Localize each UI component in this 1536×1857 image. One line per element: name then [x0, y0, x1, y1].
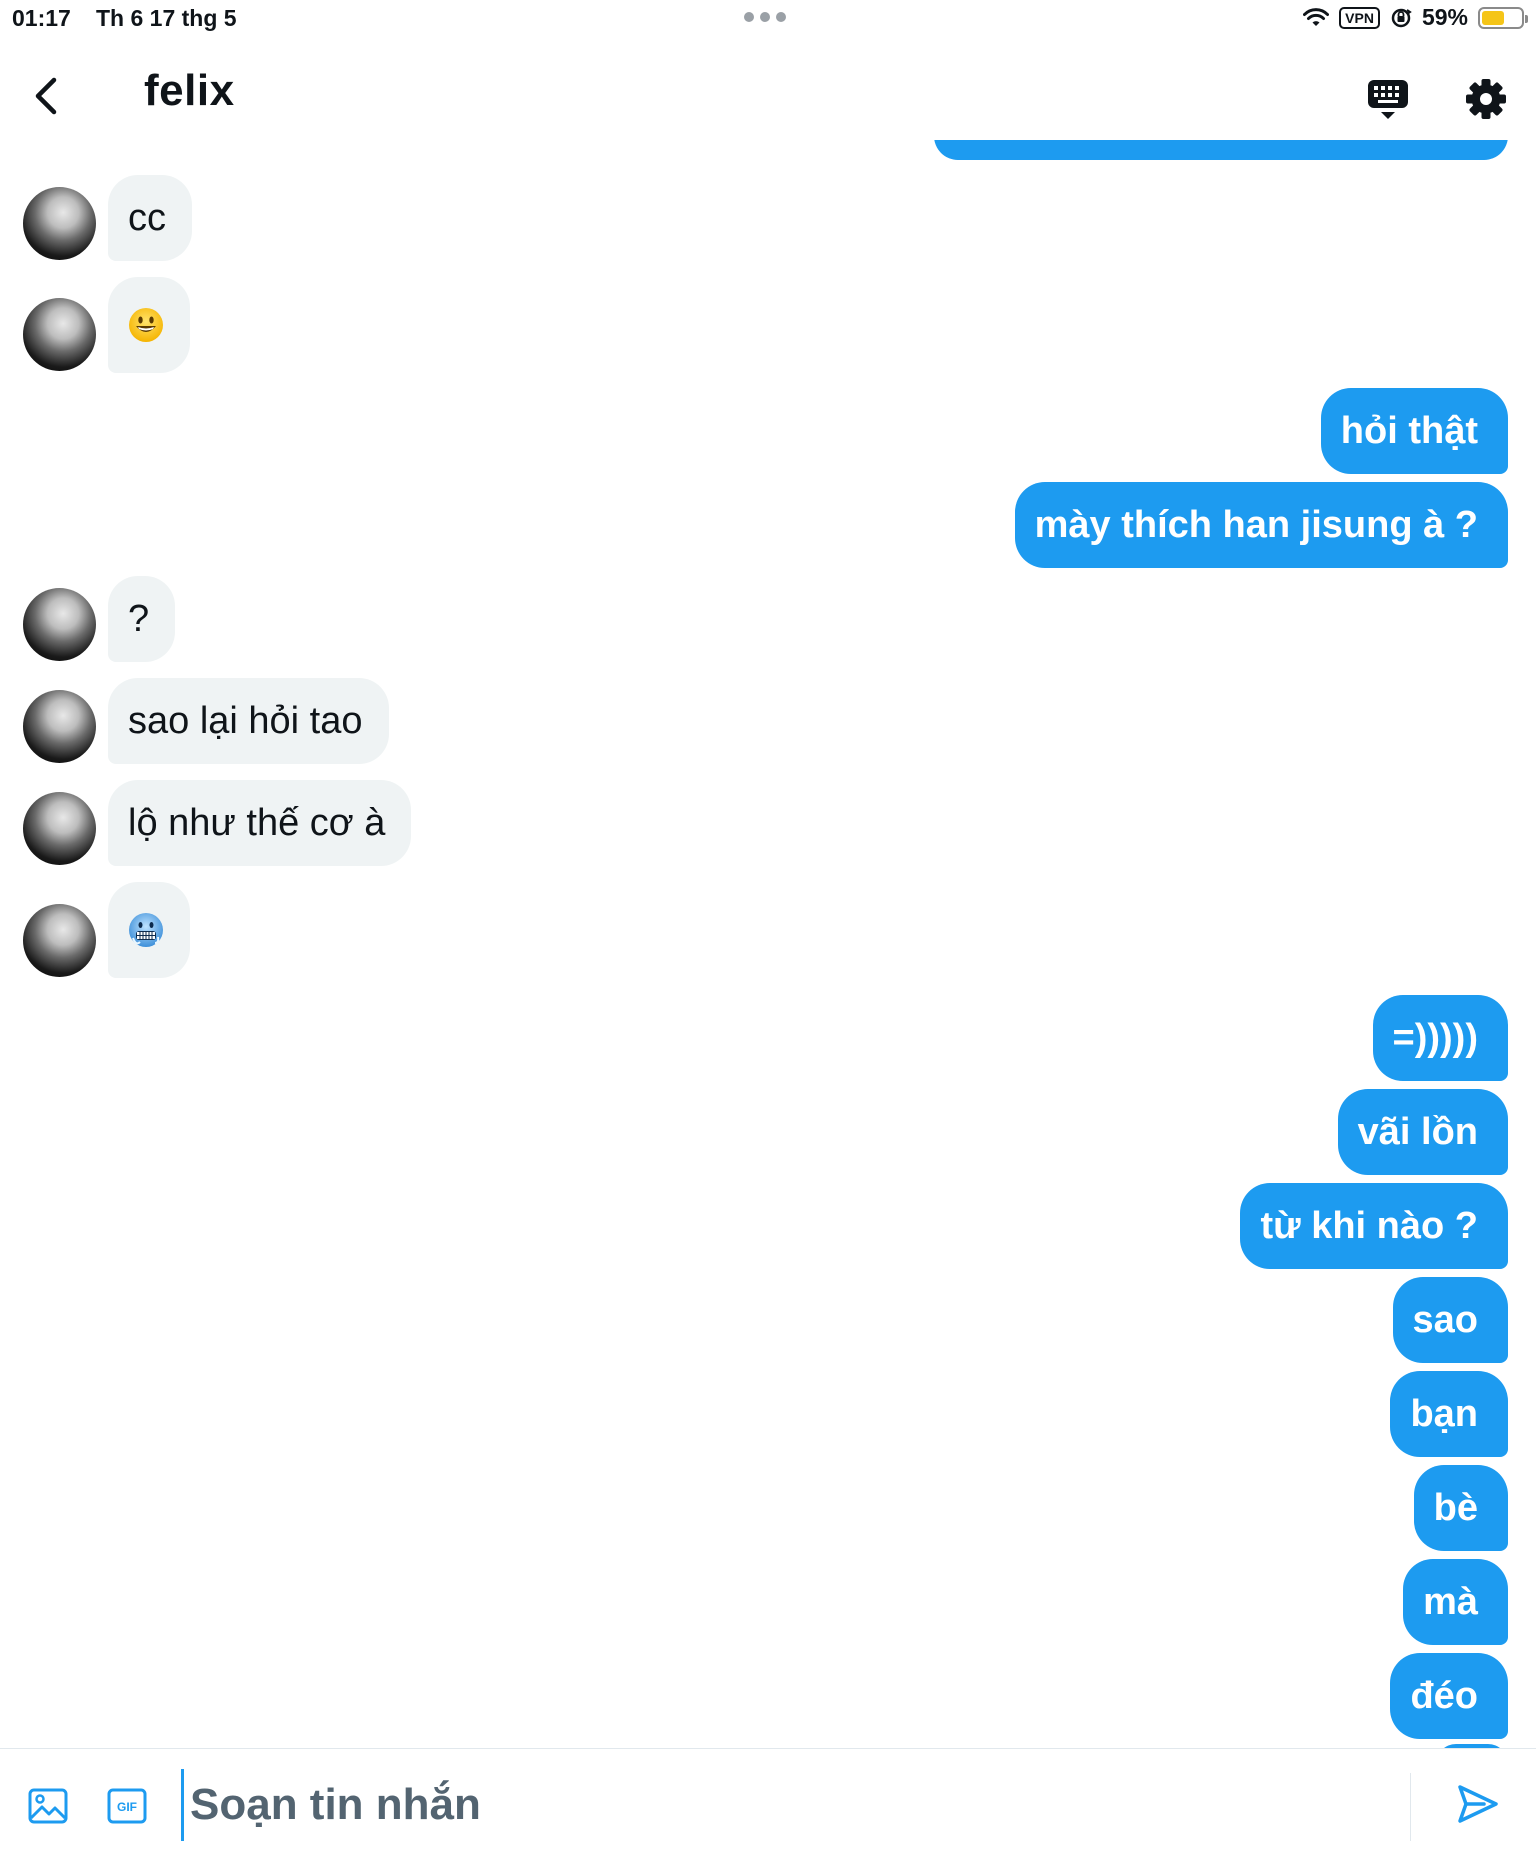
back-arrow-icon[interactable]: [28, 76, 64, 116]
page-title[interactable]: felix: [144, 66, 235, 116]
message-bubble-outgoing[interactable]: sao: [1392, 1277, 1508, 1363]
message-composer: GIF: [0, 1748, 1536, 1857]
avatar[interactable]: [23, 904, 96, 977]
message-text: sao lại hỏi tao: [128, 700, 363, 742]
cold-face-icon: [129, 913, 163, 947]
message-text: cc: [128, 197, 166, 239]
message-bubble-incoming[interactable]: [108, 277, 190, 373]
wifi-icon: [1303, 7, 1330, 26]
message-bubble-incoming[interactable]: ?: [108, 576, 176, 662]
status-time: 01:17: [12, 5, 71, 31]
gif-icon[interactable]: GIF: [106, 1785, 148, 1827]
gear-icon[interactable]: [1463, 76, 1509, 122]
message-text: lộ như thế cơ à: [128, 802, 386, 844]
message-bubble-outgoing[interactable]: vãi lồn: [1337, 1089, 1508, 1175]
status-bar: 01:17 Th 6 17 thg 5 VPN 59%: [0, 0, 1536, 40]
message-list[interactable]: cc hỏi thật mày thích han jisung à ? ? s…: [0, 140, 1536, 1748]
avatar[interactable]: [23, 187, 96, 260]
grinning-face-icon: [129, 308, 163, 342]
message-bubble-incoming[interactable]: lộ như thế cơ à: [108, 780, 412, 866]
battery-icon: [1478, 6, 1528, 29]
message-bubble-outgoing[interactable]: =))))): [1372, 995, 1508, 1081]
message-bubble-outgoing[interactable]: đéo: [1390, 1653, 1508, 1739]
keyboard-shortcuts-icon[interactable]: [1365, 76, 1411, 122]
avatar[interactable]: [23, 792, 96, 865]
message-input[interactable]: [181, 1769, 1381, 1841]
message-text: vãi lồn: [1357, 1111, 1478, 1153]
status-indicators: VPN 59%: [1303, 4, 1528, 31]
orientation-lock-icon: [1391, 8, 1412, 27]
message-bubble-outgoing[interactable]: [934, 140, 1508, 160]
message-text: bạn: [1410, 1393, 1478, 1435]
message-bubble-outgoing[interactable]: hỏi thật: [1320, 388, 1508, 474]
svg-text:GIF: GIF: [117, 1800, 137, 1814]
message-text: mà: [1423, 1581, 1478, 1623]
avatar[interactable]: [23, 298, 96, 371]
message-text: =))))): [1392, 1017, 1478, 1059]
message-bubble-incoming[interactable]: cc: [108, 175, 192, 261]
message-text: hỏi thật: [1340, 410, 1478, 452]
message-bubble-incoming[interactable]: [108, 882, 190, 978]
send-icon[interactable]: [1454, 1781, 1500, 1827]
message-text: sao: [1412, 1299, 1478, 1341]
message-text: đéo: [1410, 1675, 1478, 1717]
multitasking-dots-icon[interactable]: [744, 12, 786, 22]
message-bubble-outgoing[interactable]: mà: [1403, 1559, 1508, 1645]
message-bubble-incoming[interactable]: sao lại hỏi tao: [108, 678, 389, 764]
message-text: mày thích han jisung à ?: [1034, 504, 1478, 546]
conversation-header: felix: [0, 50, 1536, 140]
avatar[interactable]: [23, 690, 96, 763]
message-text: ?: [128, 598, 150, 640]
message-text: bè: [1433, 1487, 1478, 1529]
battery-percent: 59%: [1421, 4, 1468, 30]
status-date: Th 6 17 thg 5: [96, 5, 237, 31]
message-bubble-outgoing[interactable]: bạn: [1390, 1371, 1508, 1457]
battery-level: [1482, 10, 1505, 25]
vpn-badge: VPN: [1339, 6, 1380, 29]
message-bubble-outgoing[interactable]: từ khi nào ?: [1240, 1183, 1508, 1269]
image-icon[interactable]: [27, 1785, 69, 1827]
message-text: từ khi nào ?: [1260, 1205, 1478, 1247]
message-bubble-outgoing[interactable]: mày thích han jisung à ?: [1014, 482, 1508, 568]
divider: [1410, 1773, 1411, 1841]
avatar[interactable]: [23, 588, 96, 661]
message-bubble-outgoing[interactable]: bè: [1413, 1465, 1508, 1551]
